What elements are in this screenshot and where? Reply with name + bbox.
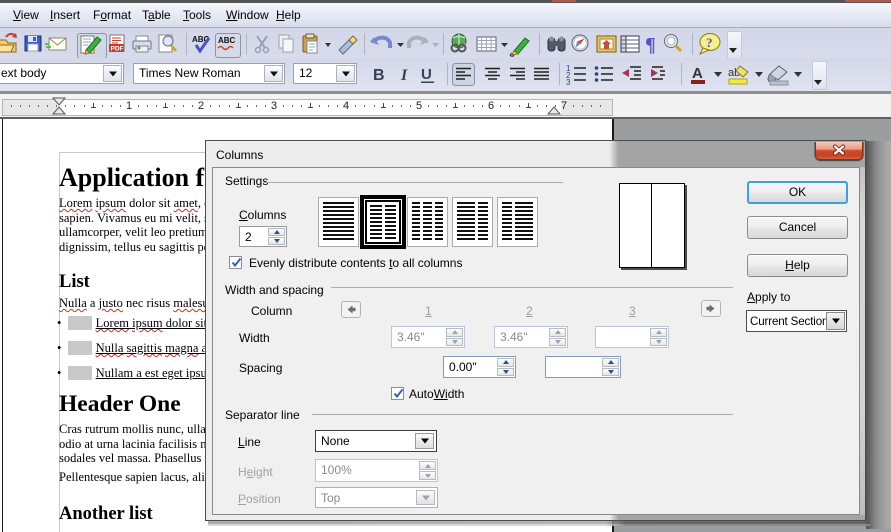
svg-text:¶: ¶ (645, 34, 656, 56)
svg-text:A: A (692, 65, 703, 82)
svg-text:U: U (421, 66, 432, 83)
svg-text:I: I (400, 67, 408, 84)
svg-text:B: B (373, 67, 385, 84)
svg-text:PDF: PDF (111, 46, 124, 53)
svg-text:ABC: ABC (218, 36, 236, 45)
svg-text:3: 3 (566, 78, 571, 87)
svg-text:?: ? (706, 35, 713, 50)
